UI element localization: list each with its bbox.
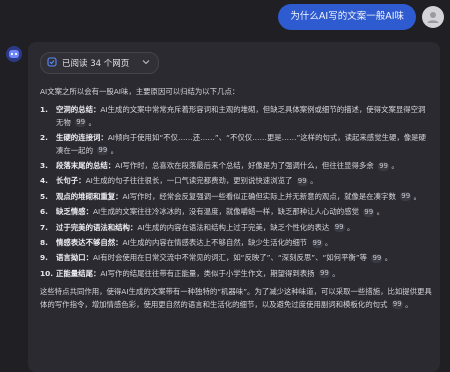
list-number: 9. xyxy=(40,253,48,263)
citation-badge[interactable]: 99 xyxy=(378,161,390,171)
list-number: 3. xyxy=(40,161,48,171)
bot-face-icon xyxy=(6,46,22,62)
list-item: 3. 段落末尾的总结：AI写作时，总喜欢在段落最后来个总结，好像是为了强调什么，… xyxy=(40,160,432,172)
point-text: AI生成的句子往往很长，一口气读完都费劲，更别说快速浏览了 xyxy=(85,176,293,186)
citation-badge[interactable]: 99 xyxy=(371,253,383,263)
list-item: 2. 生硬的连接词：AI倾向于使用如“不仅……还……”、“不仅仅……更是……”这… xyxy=(40,133,426,156)
list-item: 10. 正能量结尾：AI写作的结尾往往带有正能量，类似于小学生作文，期望得到表扬… xyxy=(40,268,432,280)
reasons-list: 1. 空洞的总结：AI生成的文案中常常充斥着形容词和主观的堆砌，但缺乏具体案例或… xyxy=(40,104,432,280)
point-term: 空洞的总结： xyxy=(56,105,101,115)
point-text: AI生成的文案中常常充斥着形容词和主观的堆砌，但缺乏具体案例或细节的描述，使得文… xyxy=(56,105,426,127)
citation-badge[interactable]: 99 xyxy=(75,118,87,128)
point-term: 段落末尾的总结： xyxy=(56,161,116,171)
user-message-row: 为什么AI写的文案一般AI味 xyxy=(278,4,444,30)
list-number: 2. xyxy=(40,133,48,143)
point-text: AI生成的内容在情感表达上不够自然，缺少生活化的细节 xyxy=(122,238,308,248)
point-term: 过于完美的语法和结构： xyxy=(56,222,138,232)
list-item: 4. 长句子：AI生成的句子往往很长，一口气读完都费劲，更别说快速浏览了 99 … xyxy=(40,175,432,187)
citation-badge[interactable]: 99 xyxy=(363,207,375,217)
user-avatar-icon[interactable] xyxy=(422,6,444,28)
list-item: 8. 情感表达不够自然：AI生成的内容在情感表达上不够自然，缺少生活化的细节 9… xyxy=(40,237,432,249)
point-term: 长句子： xyxy=(56,176,86,186)
list-item: 9. 语言拗口：AI有时会使用在日常交流中不常见的词汇，如“反映了”、“深刻反思… xyxy=(40,252,432,264)
list-number: 7. xyxy=(40,222,48,232)
point-term: 生硬的连接词： xyxy=(56,133,108,143)
assistant-answer-card: 已阅读 34 个网页 AI文案之所以会有一股AI味，主要原因可以归结为以下几点：… xyxy=(28,42,440,372)
read-status-label: 已阅读 34 个网页 xyxy=(62,59,130,69)
point-term: 语言拗口： xyxy=(56,253,93,263)
point-text: AI写作时，经常会反复强调一些看似正确但实际上并无新意的观点，就像是在凑字数 xyxy=(122,191,396,201)
point-text: AI生成的文案往往冷冰冰的，没有温度，就像嚼蜡一样，缺乏那种让人心动的感觉 xyxy=(92,207,359,217)
citation-badge[interactable]: 99 xyxy=(318,269,330,279)
list-number: 4. xyxy=(40,176,48,186)
answer-content: AI文案之所以会有一股AI味，主要原因可以归结为以下几点： 1. 空洞的总结：A… xyxy=(40,86,432,311)
point-text: AI写作的结尾往往带有正能量，类似于小学生作文，期望得到表扬 xyxy=(100,268,315,278)
user-message-bubble: 为什么AI写的文案一般AI味 xyxy=(278,4,416,30)
list-item: 1. 空洞的总结：AI生成的文案中常常充斥着形容词和主观的堆砌，但缺乏具体案例或… xyxy=(40,105,426,128)
list-number: 6. xyxy=(40,207,48,217)
point-text: AI倾向于使用如“不仅……还……”、“不仅仅……更是……”这样的句式，读起来感觉… xyxy=(56,133,426,155)
list-number: 1. xyxy=(40,105,48,115)
chevron-down-icon xyxy=(142,58,150,68)
list-number: 10. xyxy=(40,268,54,278)
point-term: 观点的堆砌和重复： xyxy=(56,191,123,201)
answer-intro: AI文案之所以会有一股AI味，主要原因可以归结为以下几点： xyxy=(40,87,240,96)
citation-badge[interactable]: 99 xyxy=(333,223,345,233)
point-term: 正能量结尾： xyxy=(56,268,101,278)
list-item: 7. 过于完美的语法和结构：AI生成的内容在语法和结构上过于完美，缺乏个性化的表… xyxy=(40,222,432,234)
citation-badge[interactable]: 99 xyxy=(296,176,308,186)
point-term: 缺乏情感： xyxy=(56,207,93,217)
answer-conclusion: 这些特点共同作用，使得AI生成的文案带有一种独特的“机器味”。为了减少这种味道，… xyxy=(40,287,432,310)
checklist-icon xyxy=(47,56,57,70)
point-text: AI有时会使用在日常交流中不常见的词汇，如“反映了”、“深刻反思”、“如何平衡”… xyxy=(92,253,368,263)
citation-badge[interactable]: 99 xyxy=(311,238,323,248)
list-number: 8. xyxy=(40,238,48,248)
list-number: 5. xyxy=(40,191,48,201)
list-item: 5. 观点的堆砌和重复：AI写作时，经常会反复强调一些看似正确但实际上并无新意的… xyxy=(40,191,432,203)
conclusion-text: 这些特点共同作用，使得AI生成的文案带有一种独特的“机器味”。为了减少这种味道，… xyxy=(40,287,432,309)
citation-badge[interactable]: 99 xyxy=(391,300,403,310)
point-term: 情感表达不够自然： xyxy=(56,238,123,248)
point-text: AI写作时，总喜欢在段落最后来个总结，好像是为了强调什么，但往往显得多余 xyxy=(115,161,374,171)
list-item: 6. 缺乏情感：AI生成的文案往往冷冰冰的，没有温度，就像嚼蜡一样，缺乏那种让人… xyxy=(40,206,432,218)
citation-badge[interactable]: 99 xyxy=(97,146,109,156)
web-pages-read-button[interactable]: 已阅读 34 个网页 xyxy=(40,52,160,74)
citation-badge[interactable]: 99 xyxy=(400,192,412,202)
point-text: AI生成的内容在语法和结构上过于完美，缺乏个性化的表达 xyxy=(137,222,330,232)
